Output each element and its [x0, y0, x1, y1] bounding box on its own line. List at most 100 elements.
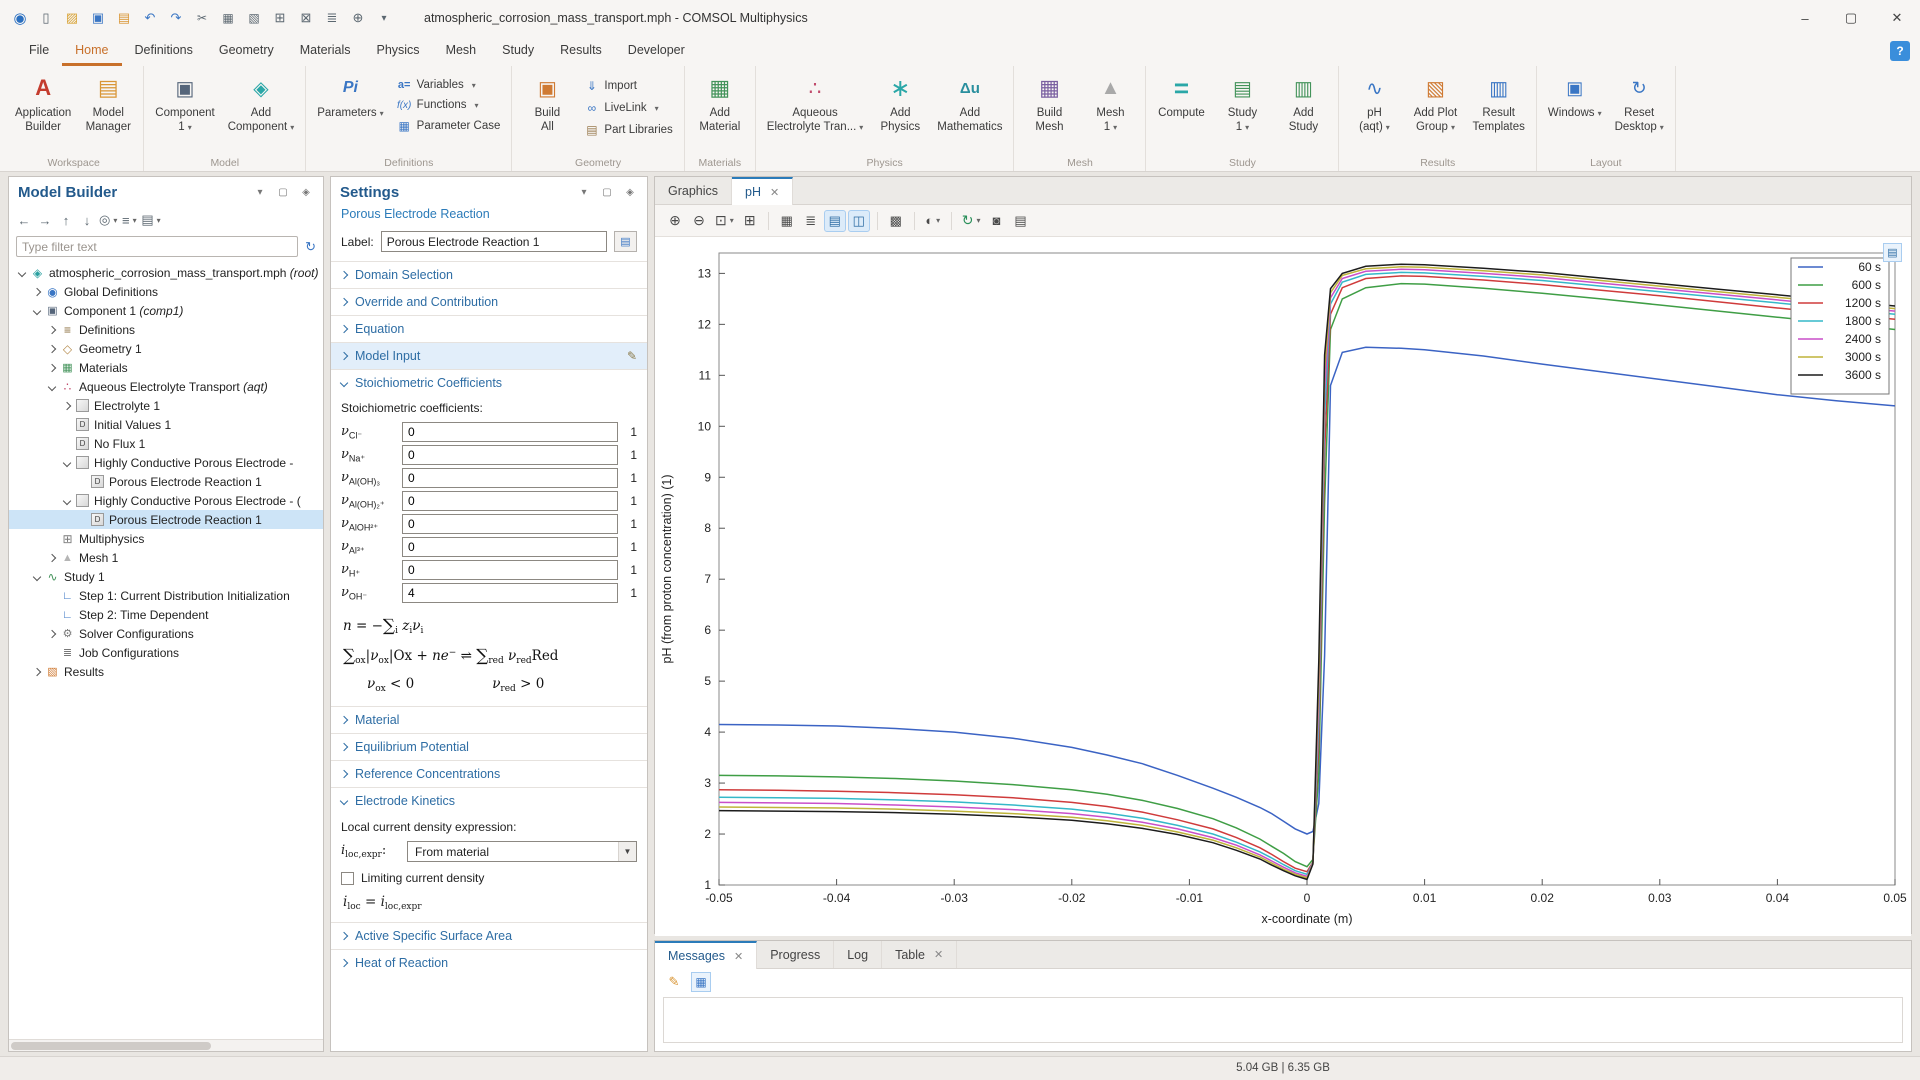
messages-tab-log[interactable]: Log: [834, 941, 882, 968]
stoich-input[interactable]: [402, 468, 618, 488]
functions-button[interactable]: f(x)Functions▾: [391, 97, 507, 113]
section-equation[interactable]: Equation: [331, 316, 647, 342]
help-button[interactable]: ?: [1890, 41, 1910, 61]
edit-model-input-icon[interactable]: ✎: [627, 349, 637, 363]
limiting-current-density-checkbox[interactable]: [341, 872, 354, 885]
tree-item[interactable]: DInitial Values 1: [9, 415, 323, 434]
section-override-and-contribution[interactable]: Override and Contribution: [331, 289, 647, 315]
down-icon[interactable]: ↓: [78, 211, 96, 229]
stoich-input[interactable]: [402, 514, 618, 534]
section-equilibrium-potential[interactable]: Equilibrium Potential: [331, 734, 647, 760]
stoich-input[interactable]: [402, 445, 618, 465]
delete-icon[interactable]: ⊠: [294, 6, 318, 30]
add-material-button[interactable]: ▦AddMaterial: [690, 68, 750, 135]
copy-log-icon[interactable]: ▦: [691, 972, 711, 992]
back-icon[interactable]: ←: [15, 211, 33, 229]
panel-pin-icon[interactable]: ◈: [298, 184, 314, 200]
add-mathematics-button[interactable]: ΔuAddMathematics: [931, 68, 1008, 135]
snapshot-icon[interactable]: ◙: [986, 210, 1008, 232]
print-icon[interactable]: ▤: [1010, 210, 1032, 232]
messages-tab-messages[interactable]: Messages✕: [655, 941, 757, 969]
tree-item[interactable]: ∟Step 2: Time Dependent: [9, 605, 323, 624]
refresh-icon[interactable]: ↻: [305, 239, 316, 255]
ribbon-tab-physics[interactable]: Physics: [363, 36, 432, 66]
collapse-all-icon[interactable]: ≡▾: [120, 211, 138, 229]
axis-icon[interactable]: ≣: [800, 210, 822, 232]
ribbon-tab-geometry[interactable]: Geometry: [206, 36, 287, 66]
forward-icon[interactable]: →: [36, 211, 54, 229]
parameter-case-button[interactable]: ▦Parameter Case: [391, 117, 507, 135]
tree-item[interactable]: ∴Aqueous Electrolyte Transport (aqt): [9, 377, 323, 396]
filter-input[interactable]: [16, 236, 298, 257]
add-study-button[interactable]: ▥AddStudy: [1273, 68, 1333, 135]
graphics-tab-ph[interactable]: pH✕: [732, 177, 793, 205]
tree-item[interactable]: DNo Flux 1: [9, 434, 323, 453]
panel-float-icon[interactable]: ▢: [599, 184, 615, 200]
stoich-input[interactable]: [402, 422, 618, 442]
tree-item[interactable]: ≡Definitions: [9, 320, 323, 339]
model-manager-button[interactable]: ▤ModelManager: [78, 68, 138, 135]
build-all-button[interactable]: ▣BuildAll: [517, 68, 577, 135]
zoom-selection-icon[interactable]: ⊕: [346, 6, 370, 30]
model-builder-hscrollbar[interactable]: [9, 1039, 323, 1051]
ribbon-tab-developer[interactable]: Developer: [615, 36, 698, 66]
scene-icon[interactable]: ◐▾: [922, 210, 944, 232]
up-icon[interactable]: ↑: [57, 211, 75, 229]
zoom-out-icon[interactable]: ⊖: [688, 210, 710, 232]
tree-item[interactable]: Highly Conductive Porous Electrode -: [9, 453, 323, 472]
compare-icon[interactable]: ≣: [320, 6, 344, 30]
section-model-input[interactable]: Model Input✎: [331, 343, 647, 369]
component-1-button[interactable]: ▣Component1▾: [149, 68, 220, 135]
paste-icon[interactable]: ▧: [242, 6, 266, 30]
close-tab-icon[interactable]: ✕: [734, 950, 743, 963]
plot-settings-icon[interactable]: ▤: [824, 210, 846, 232]
cut-icon[interactable]: ✂: [190, 6, 214, 30]
add-component-button[interactable]: ◈AddComponent▾: [222, 68, 300, 135]
result-templates-button[interactable]: ▥ResultTemplates: [1466, 68, 1530, 135]
section-active-specific-surface-area[interactable]: Active Specific Surface Area: [331, 923, 647, 949]
ribbon-tab-mesh[interactable]: Mesh: [433, 36, 490, 66]
stoich-input[interactable]: [402, 491, 618, 511]
add-plot-group-button[interactable]: ▧Add PlotGroup▾: [1405, 68, 1465, 135]
frame-icon[interactable]: ◫: [848, 210, 870, 232]
ribbon-tab-materials[interactable]: Materials: [287, 36, 364, 66]
stoich-input[interactable]: [402, 537, 618, 557]
model-manager-icon[interactable]: ▤: [112, 6, 136, 30]
windows-button[interactable]: ▣Windows▾: [1542, 68, 1608, 120]
part-libraries-button[interactable]: ▤Part Libraries: [578, 121, 678, 139]
section-material[interactable]: Material: [331, 707, 647, 733]
variables-button[interactable]: a=Variables▾: [391, 77, 507, 93]
lock-axes-icon[interactable]: ▩: [885, 210, 907, 232]
new-file-icon[interactable]: ▯: [34, 6, 58, 30]
app-logo[interactable]: ◉: [8, 6, 32, 30]
plot-tools-icon[interactable]: ▤: [1883, 243, 1902, 262]
mesh-1-button[interactable]: ▲Mesh1▾: [1080, 68, 1140, 135]
tree-item[interactable]: ∿Study 1: [9, 567, 323, 586]
zoom-in-icon[interactable]: ⊕: [664, 210, 686, 232]
label-options-button[interactable]: ▤: [614, 231, 637, 252]
grid-icon[interactable]: ▦: [776, 210, 798, 232]
section-heat-of-reaction[interactable]: Heat of Reaction: [331, 950, 647, 976]
current-density-dropdown[interactable]: From material▼: [407, 841, 637, 862]
duplicate-icon[interactable]: ⊞: [268, 6, 292, 30]
redo-icon[interactable]: ↷: [164, 6, 188, 30]
tree-item[interactable]: ◈atmospheric_corrosion_mass_transport.mp…: [9, 263, 323, 282]
zoom-extents-icon[interactable]: ⊞: [739, 210, 761, 232]
tree-item[interactable]: Highly Conductive Porous Electrode - (: [9, 491, 323, 510]
tree-item[interactable]: DPorous Electrode Reaction 1: [9, 510, 323, 529]
parameters-button[interactable]: PiParameters▾: [311, 68, 389, 120]
ribbon-tab-home[interactable]: Home: [62, 36, 121, 66]
tree-item[interactable]: ▦Materials: [9, 358, 323, 377]
tree-item[interactable]: ∟Step 1: Current Distribution Initializa…: [9, 586, 323, 605]
save-icon[interactable]: ▣: [86, 6, 110, 30]
tree-item[interactable]: ◉Global Definitions: [9, 282, 323, 301]
plot-area[interactable]: ▤ -0.05-0.04-0.03-0.02-0.0100.010.020.03…: [655, 237, 1911, 936]
show-icon[interactable]: ◎▾: [99, 211, 117, 229]
section-reference-concentrations[interactable]: Reference Concentrations: [331, 761, 647, 787]
stoich-input[interactable]: [402, 560, 618, 580]
build-mesh-button[interactable]: ▦BuildMesh: [1019, 68, 1079, 135]
tree-item[interactable]: ▧Results: [9, 662, 323, 681]
panel-float-icon[interactable]: ▢: [275, 184, 291, 200]
compute-button[interactable]: =Compute: [1151, 68, 1211, 120]
section-domain-selection[interactable]: Domain Selection: [331, 262, 647, 288]
